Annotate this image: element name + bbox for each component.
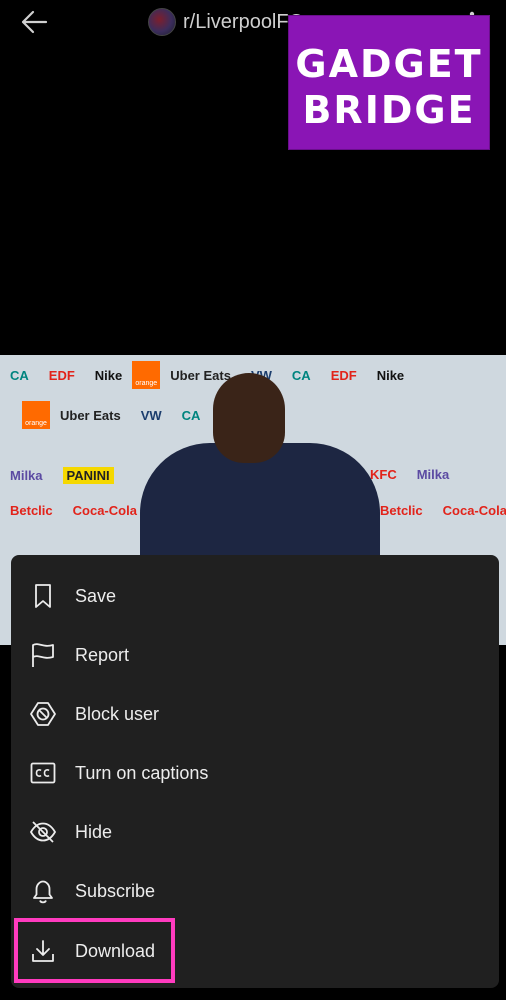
- sponsor-logo: CA: [181, 407, 201, 423]
- sponsor-logo: Betclic: [380, 503, 423, 518]
- sponsor-logo: Uber Eats: [60, 407, 121, 423]
- bell-icon: [29, 877, 57, 905]
- sponsor-row-4b: Betclic Coca-Cola: [370, 503, 506, 518]
- menu-item-subscribe[interactable]: Subscribe: [11, 863, 499, 919]
- menu-item-label: Subscribe: [75, 880, 156, 901]
- sponsor-logo: KFC: [370, 467, 397, 482]
- menu-item-label: Turn on captions: [75, 762, 209, 783]
- download-icon: [29, 937, 57, 965]
- flag-icon: [29, 641, 57, 669]
- menu-item-label: Hide: [75, 821, 113, 842]
- sponsor-logo: CA: [291, 367, 311, 383]
- sponsor-logo: Nike: [94, 367, 123, 383]
- menu-item-label: Report: [75, 644, 130, 665]
- block-icon: [29, 700, 57, 728]
- sponsor-logo: Milka: [416, 467, 450, 482]
- watermark-line-2: BRIDGE: [302, 88, 476, 132]
- sponsor-logo: Uber Eats: [170, 367, 231, 383]
- menu-item-save[interactable]: Save: [11, 568, 499, 624]
- menu-item-label: Download: [75, 940, 156, 961]
- community-avatar[interactable]: [148, 8, 176, 36]
- gadgetbridge-watermark-logo: GADGET BRIDGE: [289, 16, 489, 149]
- sponsor-logo: EDF: [48, 367, 75, 383]
- sponsor-logo: Betclic: [10, 503, 53, 518]
- sponsor-logo: CA: [10, 367, 29, 383]
- community-name[interactable]: r/LiverpoolFC: [183, 11, 303, 34]
- menu-item-block-user[interactable]: Block user: [11, 686, 499, 742]
- menu-item-download[interactable]: Download: [11, 923, 499, 979]
- captions-icon: [29, 759, 57, 787]
- sponsor-logo: Milka: [10, 468, 43, 483]
- menu-item-hide[interactable]: Hide: [11, 804, 499, 860]
- sponsor-logo: VW: [140, 407, 162, 423]
- sponsor-logo: Coca-Cola: [72, 503, 137, 518]
- watermark-line-1: GADGET: [295, 42, 483, 86]
- speaker-head: [213, 373, 285, 463]
- screen: r/LiverpoolFC GADGET BRIDGE CA EDF Nike …: [0, 0, 506, 1000]
- sponsor-logo: orange: [22, 401, 50, 429]
- back-button[interactable]: [14, 6, 54, 42]
- options-menu: Save Report Block user Turn on captions …: [11, 555, 499, 988]
- menu-item-captions[interactable]: Turn on captions: [11, 745, 499, 801]
- sponsor-logo: PANINI: [62, 467, 114, 484]
- sponsor-logo: Nike: [376, 367, 405, 383]
- menu-item-report[interactable]: Report: [11, 627, 499, 683]
- menu-item-label: Block user: [75, 703, 160, 724]
- sponsor-logo: EDF: [330, 367, 357, 383]
- eye-off-icon: [29, 818, 57, 846]
- bookmark-icon: [29, 582, 57, 610]
- arrow-left-icon: [19, 7, 49, 42]
- sponsor-logo: orange: [132, 361, 161, 389]
- menu-item-label: Save: [75, 585, 117, 606]
- sponsor-row-3b: KFC Milka: [360, 467, 506, 482]
- sponsor-logo: Coca-Cola: [442, 503, 506, 518]
